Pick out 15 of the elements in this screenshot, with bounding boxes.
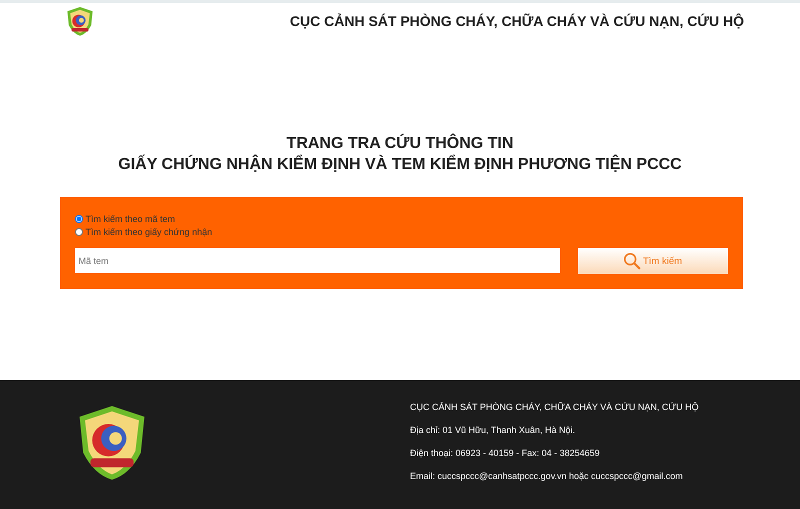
emblem-logo bbox=[66, 4, 94, 36]
search-field[interactable]: Mã tem bbox=[74, 248, 560, 273]
page-title: GIẤY CHỨNG NHẬN KIỂM ĐỊNH VÀ TEM KIỂM ĐỊNH PHƯƠNG TIỆN PCCC bbox=[118, 154, 682, 175]
footer-text: Email: cuccspccc@canhsatpccc.gov.vn hoặc cuccspccc@gmail.com bbox=[410, 470, 684, 483]
footer-text: Địa chỉ: 01 Vũ Hữu, Thanh Xuân, Hà Nội. bbox=[410, 424, 576, 437]
radio-button[interactable] bbox=[74, 214, 82, 222]
page-title: TRANG TRA CỨU THÔNG TIN bbox=[286, 133, 514, 154]
radio-button[interactable] bbox=[74, 228, 82, 236]
search-icon bbox=[622, 252, 641, 270]
radio-label[interactable]: Tìm kiếm theo giấy chứng nhận bbox=[86, 226, 212, 236]
radio-label[interactable]: Tìm kiếm theo mã tem bbox=[86, 214, 176, 224]
footer-text: CỤC CẢNH SÁT PHÒNG CHÁY, CHỮA CHÁY VÀ CỨU NẠN, CỨU HỘ bbox=[410, 401, 699, 414]
footer-text: Điện thoại: 06923 - 40159 - Fax: 04 - 38254659 bbox=[410, 447, 601, 460]
search-button[interactable]: Tìm kiếm bbox=[578, 248, 728, 274]
agency-title: CỤC CẢNH SÁT PHÒNG CHÁY, CHỮA CHÁY VÀ CỨU NẠN, CỨU HỘ bbox=[290, 12, 744, 28]
